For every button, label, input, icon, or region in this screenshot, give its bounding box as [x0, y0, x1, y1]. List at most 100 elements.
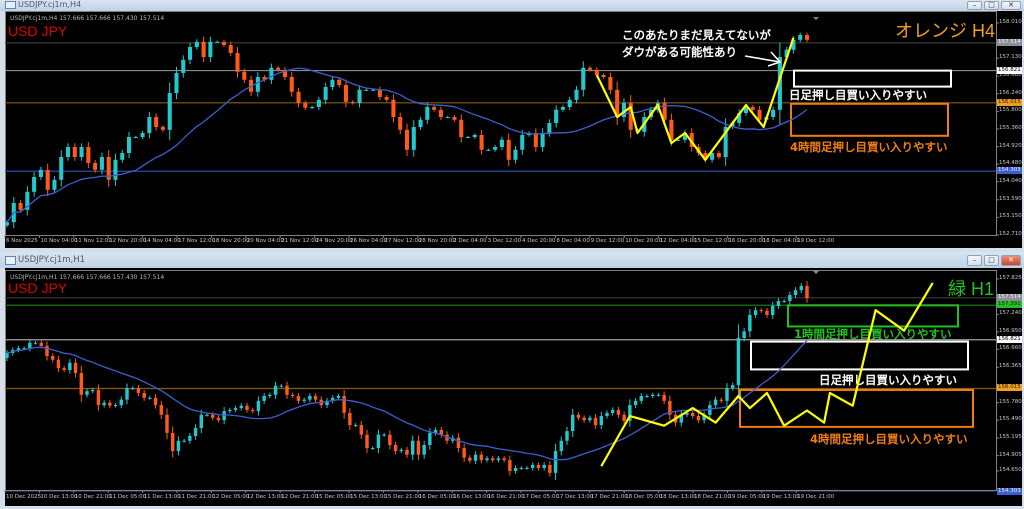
- candle-body: [633, 400, 638, 406]
- candle-body: [181, 59, 186, 73]
- candle-body: [798, 35, 803, 40]
- candle-body: [159, 405, 163, 415]
- y-tick-label: 154.650: [999, 467, 1022, 473]
- candle-body: [262, 396, 266, 401]
- x-tick-label: 18 Nov 20:00: [212, 238, 250, 244]
- candle-body: [291, 394, 295, 397]
- price-marker-label: 156.015: [997, 384, 1022, 392]
- candle-body: [211, 414, 215, 418]
- candle-body: [496, 458, 501, 461]
- price-marker-label: 156.015: [997, 98, 1022, 106]
- candle-body: [473, 454, 478, 461]
- candle-body: [554, 109, 559, 123]
- candle-body: [359, 425, 363, 435]
- candle-body: [622, 414, 626, 421]
- y-tick-label: 155.195: [999, 434, 1022, 441]
- candle-body: [571, 414, 575, 432]
- candle-body: [313, 396, 318, 400]
- x-tick-label: 10 Dec 2025: [6, 494, 42, 500]
- candle-body: [616, 409, 621, 415]
- candle-body: [242, 71, 247, 80]
- candle-body: [79, 373, 83, 395]
- buy-zone-box: [793, 69, 952, 88]
- candle-body: [125, 388, 129, 400]
- y-tick-label: 152.710: [999, 231, 1022, 237]
- candle-body: [713, 399, 718, 406]
- candle-body: [269, 67, 274, 80]
- price-marker-label: 154.303: [997, 167, 1022, 175]
- x-tick-label: 19 Dec 12:00: [797, 238, 835, 244]
- candle-body: [601, 75, 606, 77]
- x-tick-label: 28 Nov 20:00: [418, 238, 456, 244]
- candle-body: [147, 117, 152, 133]
- candle-body: [188, 47, 193, 60]
- x-tick-label: 6 Nov 2025: [6, 238, 38, 244]
- candle-body: [188, 435, 192, 441]
- candle-body: [422, 445, 426, 455]
- candle-body: [228, 409, 232, 412]
- candle-body: [174, 73, 179, 93]
- candle-body: [731, 385, 735, 389]
- candle-body: [215, 41, 220, 43]
- candle-body: [52, 179, 57, 190]
- plot-area: [5, 32, 996, 229]
- candle-body: [567, 99, 572, 107]
- y-tick-label: 154.905: [999, 451, 1022, 458]
- candle-body: [391, 99, 396, 117]
- candle-body: [59, 157, 64, 180]
- x-tick-label: 12 Dec 05:00: [212, 494, 250, 500]
- y-tick-label: 156.365: [999, 363, 1022, 370]
- candle-body: [639, 396, 643, 401]
- candle-body: [548, 464, 552, 473]
- candle-body: [405, 449, 409, 455]
- y-tick-label: 154.480: [999, 160, 1022, 167]
- candle-body: [499, 139, 504, 147]
- candle-body: [472, 135, 477, 137]
- x-tick-label: 15 Dec 12:00: [694, 238, 731, 244]
- candle-body: [582, 417, 586, 421]
- x-tick-label: 10 Dec 13:00: [40, 494, 78, 500]
- candle-body: [513, 467, 518, 472]
- price-marker-label: 157.391: [997, 301, 1022, 309]
- candle-body: [222, 411, 226, 421]
- candle-body: [502, 458, 506, 461]
- candle-body: [279, 385, 283, 387]
- candle-body: [176, 440, 181, 452]
- x-tick-label: 18 Dec 13:00: [659, 494, 697, 500]
- candle-body: [771, 305, 775, 315]
- candle-body: [465, 137, 471, 138]
- x-tick-label: 17 Dec 13:00: [556, 494, 594, 500]
- candle-body: [748, 314, 752, 332]
- x-tick-label: 9 Dec 12:00: [590, 238, 625, 244]
- candle-body: [393, 445, 398, 452]
- candle-body: [750, 107, 755, 110]
- y-tick-label: 158.010: [999, 19, 1022, 25]
- candle-body: [377, 89, 382, 97]
- candle-body: [782, 301, 786, 303]
- candle-body: [120, 153, 125, 160]
- candle-body: [194, 41, 199, 47]
- y-tick-label: 155.490: [999, 416, 1022, 423]
- x-tick-label: 17 Nov 12:00: [178, 238, 216, 244]
- plot-area: [5, 281, 996, 492]
- candle-body: [776, 301, 781, 306]
- x-tick-label: 12 Dec 21:00: [281, 494, 319, 500]
- candle-body: [485, 458, 489, 461]
- candle-body: [411, 127, 416, 150]
- candle-body: [371, 448, 375, 450]
- candle-body: [140, 133, 145, 137]
- x-tick-label: 18 Dec 04:00: [762, 238, 800, 244]
- x-tick-label: 20 Nov 04:00: [246, 238, 284, 244]
- price-marker-label: 156.821: [997, 335, 1022, 343]
- x-tick-label: 10 Dec 20:00: [625, 238, 663, 244]
- candle-body: [303, 103, 308, 108]
- candle-body: [256, 400, 261, 412]
- candle-body: [725, 388, 729, 401]
- candle-body: [581, 67, 586, 90]
- candle-body: [486, 149, 491, 151]
- candle-body: [742, 331, 746, 338]
- candle-body: [599, 415, 603, 426]
- candle-body: [757, 109, 762, 120]
- candle-body: [388, 434, 392, 446]
- y-tick-label: 156.660: [999, 345, 1022, 352]
